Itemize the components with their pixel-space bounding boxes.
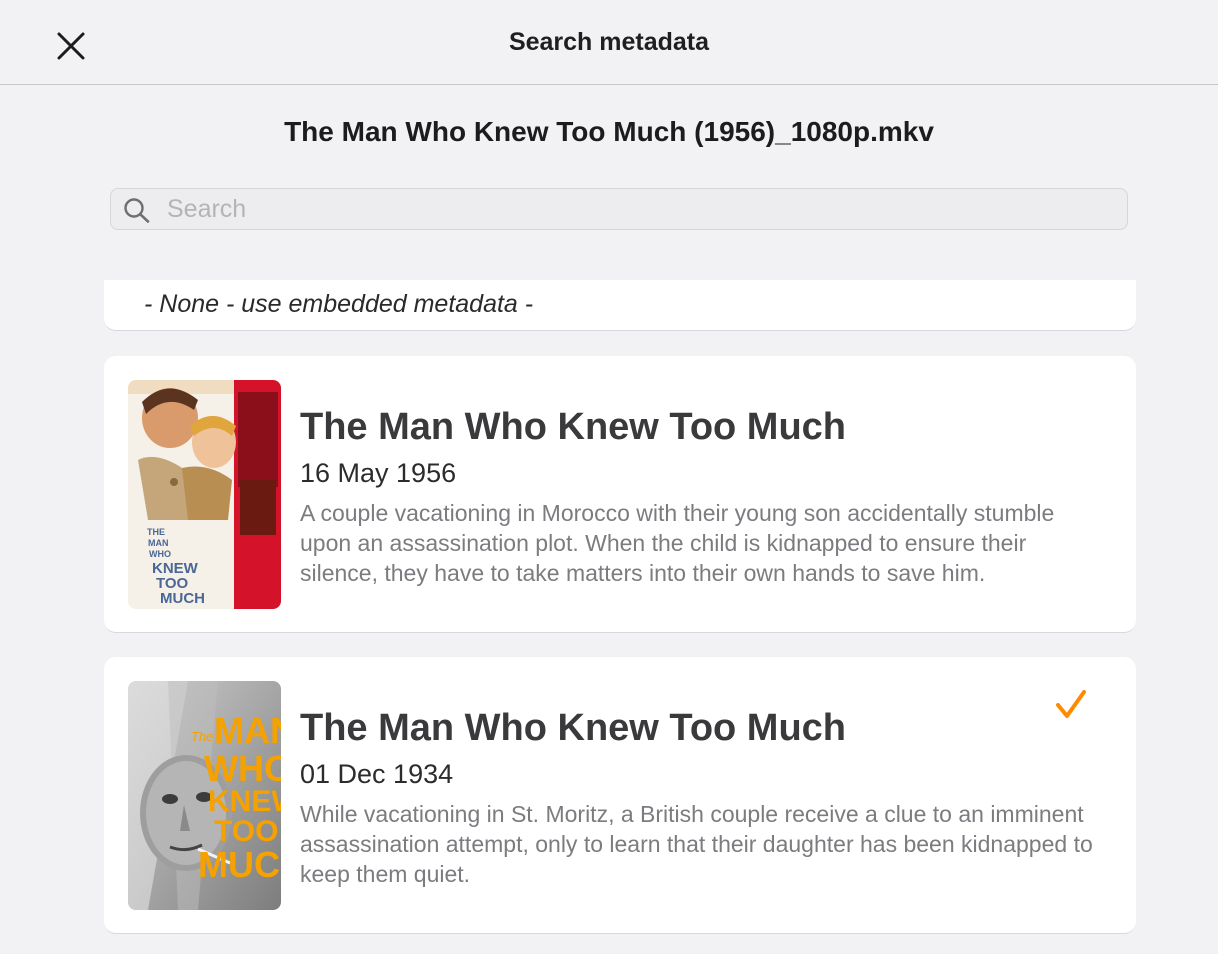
result-description: While vacationing in St. Moritz, a Briti… bbox=[300, 801, 1093, 887]
poster-title-who: WHO bbox=[149, 549, 171, 559]
poster-title-much: MUCH bbox=[198, 844, 281, 885]
poster-title-knew: KNEW bbox=[208, 785, 281, 818]
poster-image: The MAN WHO KNEW TOO MUCH bbox=[128, 681, 281, 910]
dialog-title: Search metadata bbox=[508, 28, 710, 56]
poster-title-much: MUCH bbox=[160, 590, 205, 607]
search-input[interactable] bbox=[165, 189, 1109, 230]
poster-title-who: WHO bbox=[204, 748, 281, 789]
results-list[interactable]: - None - use embedded metadata - THE MAN… bbox=[0, 280, 1218, 954]
poster-title-man: MAN bbox=[148, 538, 169, 548]
poster-title-the: The bbox=[191, 729, 213, 744]
poster-image: THE MAN WHO KNEW TOO MUCH bbox=[128, 380, 281, 609]
title-bar: Search metadata bbox=[0, 0, 1218, 85]
poster-title-man: MAN bbox=[214, 710, 281, 751]
result-date: 01 Dec 1934 bbox=[300, 759, 454, 789]
result-item[interactable]: The MAN WHO KNEW TOO MUCH The Man Who Kn… bbox=[104, 657, 1136, 934]
result-title: The Man Who Knew Too Much bbox=[300, 707, 847, 749]
checkmark-icon bbox=[1056, 690, 1086, 718]
search-field[interactable] bbox=[110, 188, 1128, 230]
search-icon bbox=[124, 198, 150, 223]
none-option-label: - None - use embedded metadata - bbox=[144, 290, 534, 318]
none-option[interactable]: - None - use embedded metadata - bbox=[104, 280, 1136, 331]
result-date: 16 May 1956 bbox=[300, 458, 457, 488]
result-description: A couple vacationing in Morocco with the… bbox=[300, 500, 1055, 586]
poster-title-the: THE bbox=[147, 527, 165, 537]
file-name: The Man Who Knew Too Much (1956)_1080p.m… bbox=[284, 116, 934, 147]
result-title: The Man Who Knew Too Much bbox=[300, 406, 847, 448]
result-item[interactable]: THE MAN WHO KNEW TOO MUCH The Man Who Kn… bbox=[104, 356, 1136, 633]
